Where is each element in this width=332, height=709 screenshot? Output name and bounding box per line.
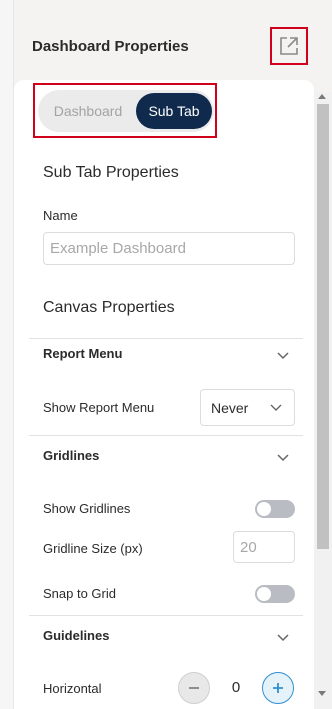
- decrement-button[interactable]: [178, 672, 210, 704]
- name-placeholder: Example Dashboard: [50, 240, 186, 257]
- divider: [29, 435, 303, 436]
- show-report-menu-value: Never: [211, 399, 249, 416]
- divider: [29, 338, 303, 339]
- chevron-down-icon[interactable]: [276, 633, 290, 643]
- external-link-icon: [280, 37, 298, 55]
- gridline-size-label: Gridline Size (px): [43, 541, 143, 556]
- snap-to-grid-label: Snap to Grid: [43, 586, 116, 601]
- show-gridlines-toggle[interactable]: [255, 500, 295, 518]
- tab-dashboard[interactable]: Dashboard: [42, 93, 134, 129]
- horizontal-value: 0: [231, 679, 241, 696]
- minus-icon: [189, 687, 199, 689]
- scrollbar-thumb[interactable]: [317, 104, 329, 549]
- scrollbar[interactable]: [314, 92, 332, 709]
- name-label: Name: [43, 208, 78, 223]
- canvas-properties-heading: Canvas Properties: [43, 299, 175, 316]
- panel-title: Dashboard Properties: [32, 38, 189, 55]
- scroll-up-arrow-icon[interactable]: [318, 94, 326, 99]
- sub-tab-properties-heading: Sub Tab Properties: [43, 164, 179, 181]
- snap-to-grid-toggle[interactable]: [255, 585, 295, 603]
- plus-icon: [273, 683, 283, 693]
- toggle-knob: [257, 502, 271, 516]
- toggle-knob: [257, 587, 271, 601]
- chevron-down-icon[interactable]: [276, 453, 290, 463]
- name-input[interactable]: Example Dashboard: [43, 232, 295, 265]
- chevron-down-icon[interactable]: [276, 351, 290, 361]
- gridline-size-input[interactable]: 20: [233, 531, 295, 563]
- horizontal-label: Horizontal: [43, 681, 102, 696]
- guidelines-title[interactable]: Guidelines: [43, 628, 109, 643]
- popout-button[interactable]: [270, 27, 308, 65]
- show-report-menu-label: Show Report Menu: [43, 400, 155, 415]
- increment-button[interactable]: [262, 672, 294, 704]
- show-report-menu-select[interactable]: Never: [200, 389, 295, 426]
- tab-sub-tab[interactable]: Sub Tab: [136, 93, 212, 129]
- show-gridlines-label: Show Gridlines: [43, 501, 131, 516]
- gridlines-title[interactable]: Gridlines: [43, 448, 99, 463]
- report-menu-title[interactable]: Report Menu: [43, 346, 122, 361]
- left-strip: [0, 0, 14, 709]
- tab-switch: Dashboard Sub Tab: [38, 90, 214, 132]
- gridline-size-placeholder: 20: [240, 538, 257, 556]
- chevron-down-icon: [270, 404, 282, 411]
- divider: [29, 615, 303, 616]
- scroll-down-arrow-icon[interactable]: [318, 691, 326, 696]
